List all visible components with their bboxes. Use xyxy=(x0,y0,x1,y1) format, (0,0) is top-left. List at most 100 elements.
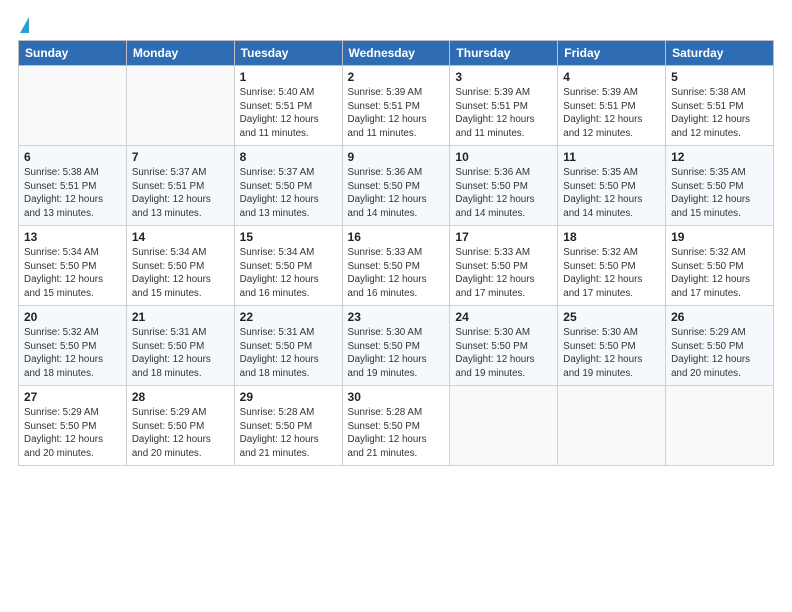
day-cell: 1 Sunrise: 5:40 AMSunset: 5:51 PMDaylight… xyxy=(234,66,342,146)
day-cell: 26 Sunrise: 5:29 AMSunset: 5:50 PMDayligh… xyxy=(666,306,774,386)
day-info: Sunrise: 5:34 AMSunset: 5:50 PMDaylight:… xyxy=(240,246,337,301)
day-number: 6 xyxy=(24,150,121,164)
day-info: Sunrise: 5:35 AMSunset: 5:50 PMDaylight:… xyxy=(671,166,768,221)
day-number: 7 xyxy=(132,150,229,164)
day-cell: 4 Sunrise: 5:39 AMSunset: 5:51 PMDaylight… xyxy=(558,66,666,146)
day-number: 3 xyxy=(455,70,552,84)
col-header-friday: Friday xyxy=(558,41,666,66)
day-number: 19 xyxy=(671,230,768,244)
day-number: 22 xyxy=(240,310,337,324)
day-cell xyxy=(450,386,558,466)
week-row-4: 27 Sunrise: 5:29 AMSunset: 5:50 PMDayligh… xyxy=(19,386,774,466)
day-info: Sunrise: 5:38 AMSunset: 5:51 PMDaylight:… xyxy=(24,166,121,221)
day-info: Sunrise: 5:37 AMSunset: 5:51 PMDaylight:… xyxy=(132,166,229,221)
week-row-1: 6 Sunrise: 5:38 AMSunset: 5:51 PMDaylight… xyxy=(19,146,774,226)
day-number: 10 xyxy=(455,150,552,164)
day-info: Sunrise: 5:31 AMSunset: 5:50 PMDaylight:… xyxy=(240,326,337,381)
day-cell: 10 Sunrise: 5:36 AMSunset: 5:50 PMDayligh… xyxy=(450,146,558,226)
day-number: 20 xyxy=(24,310,121,324)
week-row-0: 1 Sunrise: 5:40 AMSunset: 5:51 PMDaylight… xyxy=(19,66,774,146)
day-number: 18 xyxy=(563,230,660,244)
day-number: 26 xyxy=(671,310,768,324)
week-row-2: 13 Sunrise: 5:34 AMSunset: 5:50 PMDayligh… xyxy=(19,226,774,306)
col-header-monday: Monday xyxy=(126,41,234,66)
day-cell: 27Sunrise: 5:29 AMSunset: 5:50 PMDayligh… xyxy=(19,386,127,466)
day-cell: 11 Sunrise: 5:35 AMSunset: 5:50 PMDayligh… xyxy=(558,146,666,226)
day-cell: 29 Sunrise: 5:28 AMSunset: 5:50 PMDayligh… xyxy=(234,386,342,466)
day-info: Sunrise: 5:36 AMSunset: 5:50 PMDaylight:… xyxy=(348,166,445,221)
day-info: Sunrise: 5:29 AMSunset: 5:50 PMDaylight:… xyxy=(671,326,768,381)
col-header-wednesday: Wednesday xyxy=(342,41,450,66)
calendar-table: SundayMondayTuesdayWednesdayThursdayFrid… xyxy=(18,40,774,466)
day-info: Sunrise: 5:40 AMSunset: 5:51 PMDaylight:… xyxy=(240,86,337,141)
day-number: 9 xyxy=(348,150,445,164)
day-info: Sunrise: 5:38 AMSunset: 5:51 PMDaylight:… xyxy=(671,86,768,141)
col-header-thursday: Thursday xyxy=(450,41,558,66)
day-cell: 23Sunrise: 5:30 AMSunset: 5:50 PMDayligh… xyxy=(342,306,450,386)
day-info: Sunrise: 5:31 AMSunset: 5:50 PMDaylight:… xyxy=(132,326,229,381)
day-number: 28 xyxy=(132,390,229,404)
day-number: 8 xyxy=(240,150,337,164)
day-info: Sunrise: 5:30 AMSunset: 5:50 PMDaylight:… xyxy=(455,326,552,381)
logo xyxy=(18,18,29,34)
day-number: 27 xyxy=(24,390,121,404)
day-cell: 8 Sunrise: 5:37 AMSunset: 5:50 PMDaylight… xyxy=(234,146,342,226)
day-number: 16 xyxy=(348,230,445,244)
day-cell: 3 Sunrise: 5:39 AMSunset: 5:51 PMDaylight… xyxy=(450,66,558,146)
day-cell xyxy=(19,66,127,146)
day-info: Sunrise: 5:39 AMSunset: 5:51 PMDaylight:… xyxy=(348,86,445,141)
day-number: 4 xyxy=(563,70,660,84)
week-row-3: 20 Sunrise: 5:32 AMSunset: 5:50 PMDayligh… xyxy=(19,306,774,386)
day-cell: 17Sunrise: 5:33 AMSunset: 5:50 PMDayligh… xyxy=(450,226,558,306)
day-info: Sunrise: 5:30 AMSunset: 5:50 PMDaylight:… xyxy=(348,326,445,381)
day-cell: 16Sunrise: 5:33 AMSunset: 5:50 PMDayligh… xyxy=(342,226,450,306)
day-cell xyxy=(126,66,234,146)
header xyxy=(18,18,774,34)
day-number: 29 xyxy=(240,390,337,404)
day-cell: 25Sunrise: 5:30 AMSunset: 5:50 PMDayligh… xyxy=(558,306,666,386)
day-info: Sunrise: 5:36 AMSunset: 5:50 PMDaylight:… xyxy=(455,166,552,221)
day-cell: 13Sunrise: 5:34 AMSunset: 5:50 PMDayligh… xyxy=(19,226,127,306)
day-cell: 2 Sunrise: 5:39 AMSunset: 5:51 PMDaylight… xyxy=(342,66,450,146)
day-info: Sunrise: 5:29 AMSunset: 5:50 PMDaylight:… xyxy=(132,406,229,461)
day-number: 2 xyxy=(348,70,445,84)
day-info: Sunrise: 5:34 AMSunset: 5:50 PMDaylight:… xyxy=(132,246,229,301)
day-number: 24 xyxy=(455,310,552,324)
header-row: SundayMondayTuesdayWednesdayThursdayFrid… xyxy=(19,41,774,66)
day-info: Sunrise: 5:37 AMSunset: 5:50 PMDaylight:… xyxy=(240,166,337,221)
day-number: 17 xyxy=(455,230,552,244)
day-number: 12 xyxy=(671,150,768,164)
day-info: Sunrise: 5:39 AMSunset: 5:51 PMDaylight:… xyxy=(563,86,660,141)
day-info: Sunrise: 5:32 AMSunset: 5:50 PMDaylight:… xyxy=(563,246,660,301)
day-number: 5 xyxy=(671,70,768,84)
day-info: Sunrise: 5:39 AMSunset: 5:51 PMDaylight:… xyxy=(455,86,552,141)
day-number: 13 xyxy=(24,230,121,244)
col-header-saturday: Saturday xyxy=(666,41,774,66)
page: SundayMondayTuesdayWednesdayThursdayFrid… xyxy=(0,0,792,612)
day-cell: 6 Sunrise: 5:38 AMSunset: 5:51 PMDaylight… xyxy=(19,146,127,226)
day-cell: 18 Sunrise: 5:32 AMSunset: 5:50 PMDayligh… xyxy=(558,226,666,306)
day-cell: 5 Sunrise: 5:38 AMSunset: 5:51 PMDaylight… xyxy=(666,66,774,146)
day-cell: 30Sunrise: 5:28 AMSunset: 5:50 PMDayligh… xyxy=(342,386,450,466)
day-cell xyxy=(558,386,666,466)
col-header-sunday: Sunday xyxy=(19,41,127,66)
day-number: 1 xyxy=(240,70,337,84)
day-cell: 7 Sunrise: 5:37 AMSunset: 5:51 PMDaylight… xyxy=(126,146,234,226)
calendar-header: SundayMondayTuesdayWednesdayThursdayFrid… xyxy=(19,41,774,66)
day-info: Sunrise: 5:28 AMSunset: 5:50 PMDaylight:… xyxy=(240,406,337,461)
day-cell: 22 Sunrise: 5:31 AMSunset: 5:50 PMDayligh… xyxy=(234,306,342,386)
day-cell: 20 Sunrise: 5:32 AMSunset: 5:50 PMDayligh… xyxy=(19,306,127,386)
day-info: Sunrise: 5:35 AMSunset: 5:50 PMDaylight:… xyxy=(563,166,660,221)
day-cell xyxy=(666,386,774,466)
calendar-body: 1 Sunrise: 5:40 AMSunset: 5:51 PMDaylight… xyxy=(19,66,774,466)
day-cell: 28 Sunrise: 5:29 AMSunset: 5:50 PMDayligh… xyxy=(126,386,234,466)
day-number: 14 xyxy=(132,230,229,244)
day-number: 11 xyxy=(563,150,660,164)
day-number: 21 xyxy=(132,310,229,324)
day-cell: 14 Sunrise: 5:34 AMSunset: 5:50 PMDayligh… xyxy=(126,226,234,306)
day-number: 25 xyxy=(563,310,660,324)
day-info: Sunrise: 5:32 AMSunset: 5:50 PMDaylight:… xyxy=(671,246,768,301)
day-cell: 24 Sunrise: 5:30 AMSunset: 5:50 PMDayligh… xyxy=(450,306,558,386)
col-header-tuesday: Tuesday xyxy=(234,41,342,66)
day-info: Sunrise: 5:32 AMSunset: 5:50 PMDaylight:… xyxy=(24,326,121,381)
